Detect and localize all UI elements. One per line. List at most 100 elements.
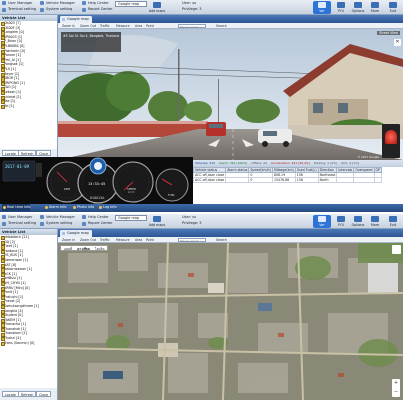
tab-google-map[interactable]: Google map xyxy=(60,230,92,237)
report-center-button[interactable]: Report Center xyxy=(82,221,113,226)
privilege-label: Privilege: 3 xyxy=(182,7,202,11)
table-column-header[interactable]: Intervals xyxy=(336,167,355,173)
rpm-label: RPM xyxy=(64,187,71,191)
table-column-header[interactable]: Used Fuel(L) xyxy=(294,167,319,173)
map-tab-strip: Google map xyxy=(58,229,403,237)
fuel-label: FUEL xyxy=(168,193,175,197)
table-cell: ACC off,door close xyxy=(193,172,227,178)
status-offline[interactable]: Offline: 24 xyxy=(251,161,267,165)
locate-button[interactable]: Locate xyxy=(2,150,19,156)
table-cell: North xyxy=(317,177,338,183)
table-cell: Northeast xyxy=(317,172,338,178)
vehicle-manager-button[interactable]: Vehicle Manager xyxy=(40,1,75,6)
table-cell: 156 xyxy=(294,177,319,183)
system-setting-button[interactable]: System setting xyxy=(40,221,72,226)
system-setting-button[interactable]: System setting xyxy=(40,7,72,12)
exit-button[interactable]: Exit xyxy=(384,215,402,228)
fullscreen-icon[interactable] xyxy=(392,245,401,254)
info-tab-strip: Real time info Alarm Info Photo Info Log… xyxy=(0,204,403,212)
status-parking[interactable]: Parking: 1 (2%) xyxy=(314,161,337,165)
table-row[interactable]: ACC off,door close 0 15476.88 156 North xyxy=(193,177,382,183)
table-cell xyxy=(225,177,250,183)
privilege-label: Privilege: 3 xyxy=(182,221,202,225)
tab-photo-info[interactable]: Photo Info xyxy=(72,204,94,211)
vehicle-manager-button[interactable]: Vehicle Manager xyxy=(40,215,75,220)
zoom-control[interactable]: + − xyxy=(392,379,400,397)
exit-button[interactable]: Exit xyxy=(384,1,402,14)
address-input[interactable]: Please Input Address xyxy=(178,23,206,33)
status-acceleration[interactable]: Acceleration: 341 (95.4%) xyxy=(271,161,310,165)
zoom-in-icon[interactable]: + xyxy=(392,379,400,388)
options-button[interactable]: Options xyxy=(349,215,367,228)
table-column-header[interactable]: Speed(km/h) xyxy=(248,167,273,173)
user-manager-button[interactable]: User Manager xyxy=(2,215,32,220)
tab-log-info[interactable]: Log Info xyxy=(98,204,117,211)
add-maps-button[interactable]: Add maps xyxy=(148,1,166,14)
help-center-button[interactable]: Help Center xyxy=(82,1,109,6)
table-column-header[interactable]: Mileage(km) xyxy=(271,167,296,173)
user-label: User: su xyxy=(182,1,197,5)
poi-button[interactable]: POI xyxy=(332,215,350,228)
close-icon[interactable]: ✕ xyxy=(394,39,401,46)
more-button[interactable]: More xyxy=(366,1,384,14)
refresh-button[interactable]: Refresh xyxy=(18,391,37,397)
vehicle-list-panel: Vehicle List CK003 [7] CK00F [3] Langlem [… xyxy=(0,15,58,149)
top-toolbar: User Manager Terminal setting Vehicle Ma… xyxy=(0,0,403,15)
tab-real-time-info[interactable]: Real time info xyxy=(2,204,31,211)
table-cell xyxy=(336,177,355,183)
vehicle-list-panel: Vehicle List vMobitech [21] C0J [2] Fleet … xyxy=(0,229,58,388)
user-manager-button[interactable]: User Manager xyxy=(2,1,32,6)
map-type-map[interactable]: แผนที่ xyxy=(62,247,74,251)
alarm-light-widget xyxy=(382,124,400,158)
map-select[interactable]: Google map xyxy=(115,215,147,221)
terminal-setting-button[interactable]: Terminal setting xyxy=(2,7,36,12)
vehicle-tree-item[interactable]: Trans (Sanmin) [0] xyxy=(0,341,57,346)
view-button[interactable]: Ver xyxy=(313,215,331,228)
help-center-button[interactable]: Help Center xyxy=(82,215,109,220)
zoom-out-icon[interactable]: − xyxy=(392,388,400,397)
refresh-button[interactable]: Refresh xyxy=(18,150,37,156)
tab-google-map[interactable]: Google map xyxy=(60,16,92,23)
vehicle-tree: vMobitech [21] C0J [2] Fleet [1] cardone [1… xyxy=(0,235,57,346)
close-button[interactable]: Close xyxy=(36,150,51,156)
status-acc[interactable]: ACC: 4 [1%] xyxy=(341,161,359,165)
terminal-setting-button[interactable]: Terminal setting xyxy=(2,221,36,226)
status-alarm[interactable]: Alarm: 315 (100%) xyxy=(219,161,247,165)
vehicle-list-buttons: Locate Refresh Close xyxy=(0,149,58,157)
map-select[interactable]: Google map xyxy=(115,1,147,7)
bottom-toolbar: User Manager Terminal setting Vehicle Ma… xyxy=(0,214,403,229)
table-column-header[interactable]: Alarm status xyxy=(225,167,250,173)
map-type-satellite[interactable]: ดาวเทียม xyxy=(75,247,92,251)
tab-alarm-info[interactable]: Alarm Info xyxy=(44,204,66,211)
locate-button[interactable]: Locate xyxy=(2,391,19,397)
address-input[interactable]: Please Input Address xyxy=(178,237,206,247)
street-view-info-box: #5 Soi 41 Soi 4, Bangkok, Thailand xyxy=(61,32,121,52)
vehicle-list-buttons: Locate Refresh Close xyxy=(0,388,58,400)
status-vehicles[interactable]: Vehicles: 315 xyxy=(195,161,215,165)
map-copyright: © 2017 Google xyxy=(357,155,379,159)
view-button[interactable]: Ver xyxy=(313,1,331,14)
satellite-map-image xyxy=(58,243,403,400)
street-view[interactable]: #5 Soi 41 Soi 4, Bangkok, Thailand Stree… xyxy=(58,29,403,160)
report-center-button[interactable]: Report Center xyxy=(82,7,113,12)
close-button[interactable]: Close xyxy=(36,391,51,397)
speed-unit: km/h xyxy=(128,191,135,194)
map-type-hybrid[interactable]: ไฮบริด xyxy=(93,247,106,251)
options-button[interactable]: Options xyxy=(349,1,367,14)
more-button[interactable]: More xyxy=(366,215,384,228)
poi-button[interactable]: POI xyxy=(332,1,350,14)
vehicle-table: Vehicle status Alarm status Speed(km/h) Mil… xyxy=(193,167,382,183)
satellite-map[interactable]: แผนที่ ดาวเทียม ไฮบริด + − xyxy=(58,243,403,400)
table-cell: 15476.88 xyxy=(271,177,296,183)
map-tab-strip: Google map xyxy=(58,15,403,23)
street-view-toggle[interactable]: Street View xyxy=(377,31,400,35)
vehicle-tree: CK003 [7] CK00F [3] Langlem [0] KP0003 [1] P… xyxy=(0,21,57,109)
table-cell xyxy=(373,177,382,183)
dashboard-time: 13:33:45 xyxy=(88,182,106,186)
user-label: User: su xyxy=(182,215,197,219)
vehicle-table-container: Vehicle status Alarm status Speed(km/h) Mil… xyxy=(193,167,403,204)
vehicle-tree-item[interactable]: Tel [1] xyxy=(0,104,57,109)
table-column-header[interactable]: Overspeed xyxy=(353,167,375,173)
dashboard-date: 2017-01-09 xyxy=(5,164,30,169)
add-maps-button[interactable]: Add maps xyxy=(148,215,166,228)
